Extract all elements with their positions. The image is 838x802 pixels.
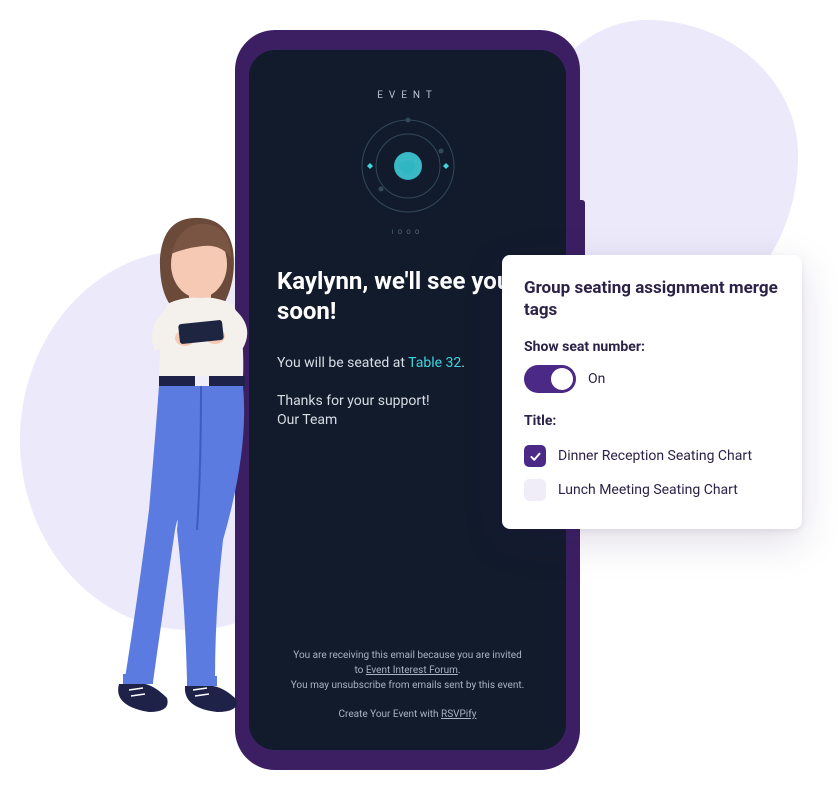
settings-title: Group seating assignment merge tags <box>524 277 780 321</box>
show-seat-toggle-row: On <box>524 365 780 393</box>
checkbox-unchecked-icon <box>524 479 546 501</box>
seating-suffix: . <box>461 355 465 371</box>
show-seat-label: Show seat number: <box>524 339 780 355</box>
toggle-state-text: On <box>588 371 605 387</box>
toggle-knob <box>551 368 573 390</box>
settings-card: Group seating assignment merge tags Show… <box>502 255 802 529</box>
orbit-icon <box>353 111 463 221</box>
checkbox-checked-icon <box>524 445 546 467</box>
option-lunch-label: Lunch Meeting Seating Chart <box>558 482 738 498</box>
show-seat-toggle[interactable] <box>524 365 576 393</box>
option-dinner-label: Dinner Reception Seating Chart <box>558 448 752 464</box>
forum-link[interactable]: Event Interest Forum <box>366 665 458 676</box>
title-field-label: Title: <box>524 413 780 429</box>
option-lunch[interactable]: Lunch Meeting Seating Chart <box>524 473 780 507</box>
brand-link[interactable]: RSVPify <box>441 709 476 720</box>
logo-word: EVENT <box>277 90 538 101</box>
table-link[interactable]: Table 32 <box>408 355 461 371</box>
option-dinner[interactable]: Dinner Reception Seating Chart <box>524 439 780 473</box>
woman-illustration <box>105 210 325 770</box>
